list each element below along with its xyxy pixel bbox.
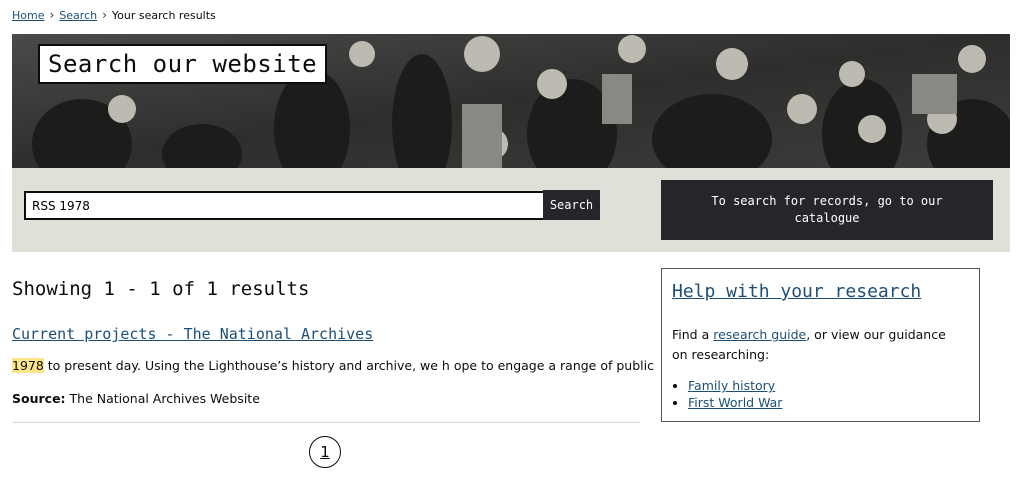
help-text-before: Find a [672, 327, 714, 342]
search-button[interactable]: Search [543, 190, 600, 220]
breadcrumb-current: Your search results [111, 8, 216, 22]
list-item: Family history [688, 377, 782, 394]
search-term-highlight: 1978 [12, 358, 44, 373]
chevron-right-icon: › [49, 8, 55, 22]
breadcrumb-home-link[interactable]: Home [12, 9, 44, 22]
catalogue-link-button[interactable]: To search for records, go to our catalog… [661, 180, 993, 240]
help-title-link[interactable]: Help with your research [672, 281, 921, 302]
help-panel: Help with your research Find a research … [661, 268, 980, 422]
breadcrumb-search-link[interactable]: Search [59, 9, 97, 22]
help-text: Find a research guide, or view our guida… [672, 325, 962, 365]
result-divider [12, 422, 640, 423]
page-title: Search our website [38, 44, 328, 84]
result-title-link[interactable]: Current projects - The National Archives [12, 325, 373, 343]
list-item: First World War [688, 394, 782, 411]
family-history-link[interactable]: Family history [688, 378, 775, 393]
help-links-list: Family history First World War [672, 377, 782, 411]
pagination-page-current[interactable]: 1 [309, 436, 341, 468]
result-snippet: 1978 to present day. Using the Lighthous… [12, 358, 654, 373]
search-input[interactable] [24, 191, 548, 220]
hero-banner: Search our website [12, 34, 1010, 168]
result-source-value: The National Archives Website [65, 391, 260, 406]
result-snippet-text: to present day. Using the Lighthouse’s h… [43, 358, 654, 373]
result-source: Source: The National Archives Website [12, 391, 260, 406]
breadcrumb: Home › Search › Your search results [12, 8, 216, 22]
result-source-label: Source: [12, 391, 66, 406]
research-guide-link[interactable]: research guide [713, 327, 806, 342]
first-world-war-link[interactable]: First World War [688, 395, 782, 410]
chevron-right-icon: › [102, 8, 107, 22]
results-count-heading: Showing 1 - 1 of 1 results [12, 278, 310, 300]
search-panel: Search To search for records, go to our … [12, 168, 1010, 252]
